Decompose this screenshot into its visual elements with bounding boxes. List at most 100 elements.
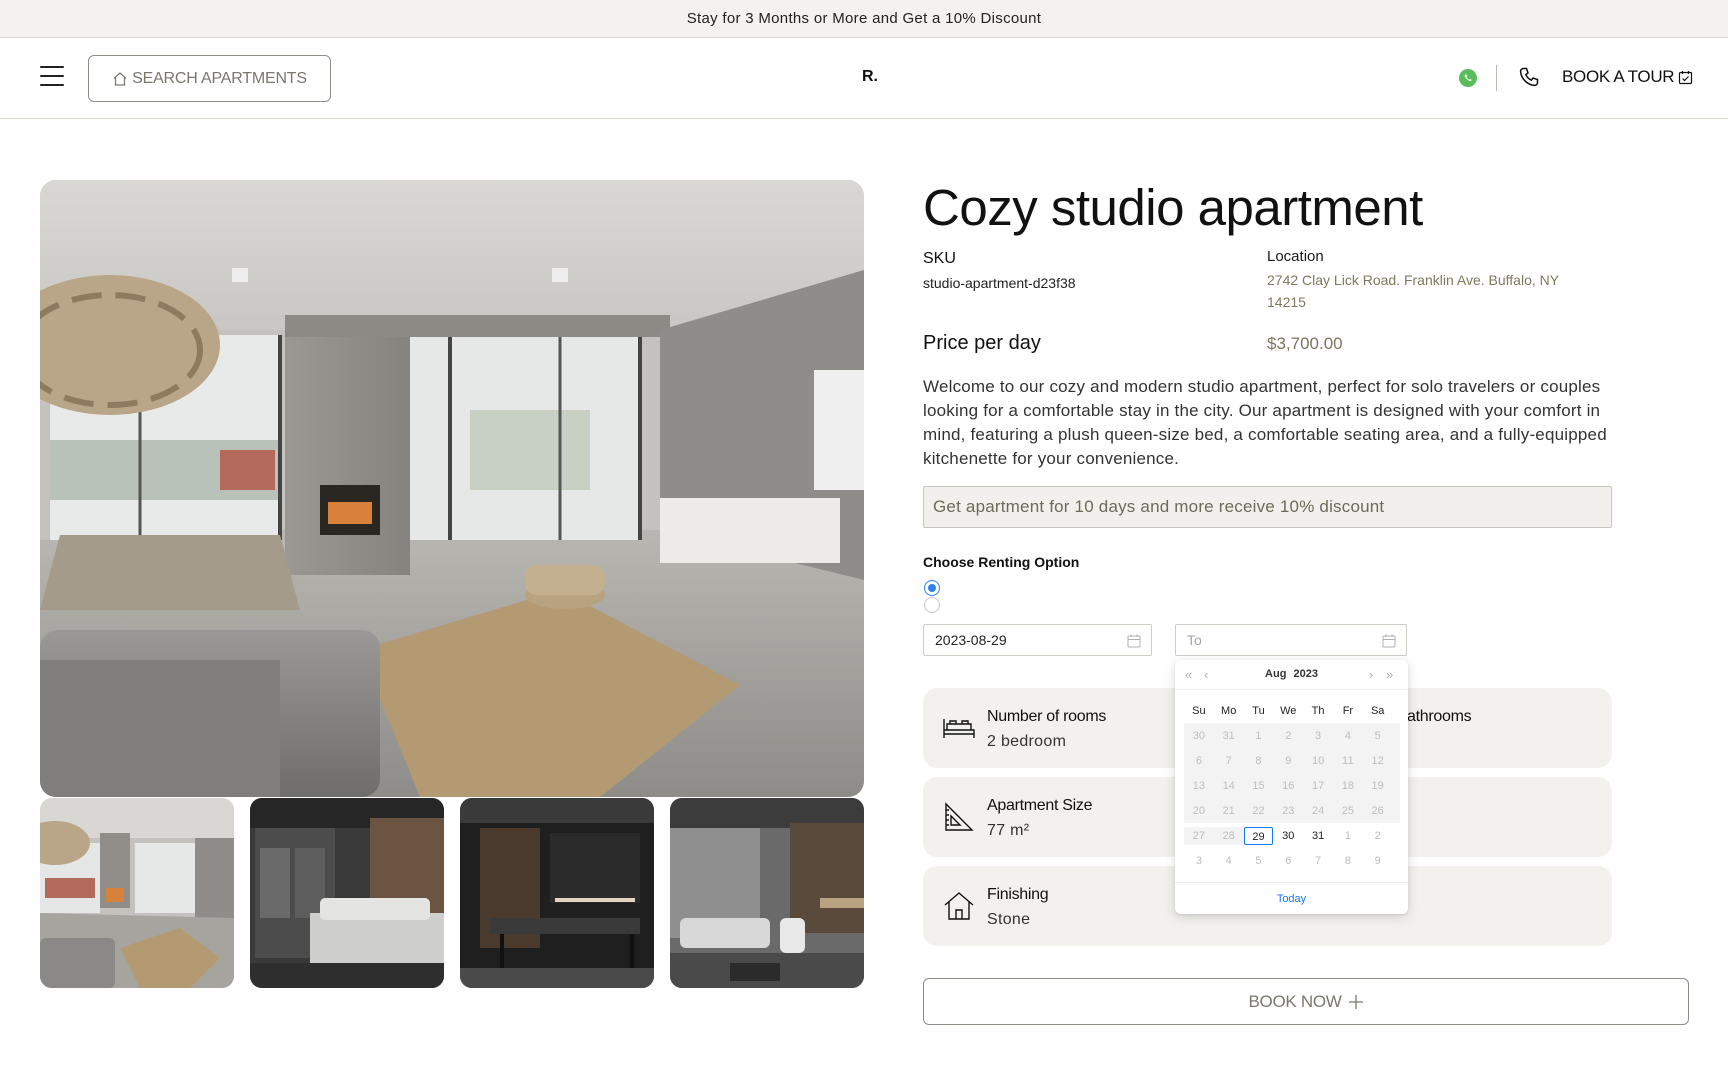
weekday: Tu xyxy=(1252,704,1265,717)
date-cell-disabled: 12 xyxy=(1371,754,1384,767)
promo-text: Stay for 3 Months or More and Get a 10% … xyxy=(686,10,1042,27)
date-cell-disabled: 17 xyxy=(1311,779,1325,792)
price-label: Price per day xyxy=(923,332,1041,354)
date-cell-disabled: 30 xyxy=(1192,729,1206,742)
from-date-value: 2023-08-29 xyxy=(935,632,1007,648)
date-cell[interactable]: 31 xyxy=(1303,827,1333,845)
listing-title: Cozy studio apartment xyxy=(923,179,1423,236)
date-cell-next-month[interactable]: 9 xyxy=(1363,852,1393,870)
feature-size-label: Apartment Size xyxy=(987,797,1093,814)
date-cell-disabled: 13 xyxy=(1192,779,1206,792)
calendar-icon xyxy=(1127,634,1141,648)
weekday: We xyxy=(1280,704,1297,717)
renting-option-radio-1[interactable] xyxy=(924,580,940,596)
book-now-button[interactable]: BOOK NOW xyxy=(923,978,1689,1025)
book-now-label: BOOK NOW xyxy=(1248,991,1342,1011)
next-year-icon[interactable]: » xyxy=(1386,667,1393,682)
date-cell-disabled: 8 xyxy=(1255,754,1262,767)
date-cell-disabled: 3 xyxy=(1315,729,1322,742)
plus-icon xyxy=(1348,994,1363,1009)
date-cell-next-month[interactable]: 3 xyxy=(1184,852,1214,870)
date-cell-next-month[interactable]: 7 xyxy=(1303,852,1333,870)
thumbnail-bedroom-image xyxy=(250,798,444,988)
phone-icon[interactable] xyxy=(1518,66,1540,88)
date-cell-disabled: 24 xyxy=(1311,804,1325,817)
price-value: $3,700.00 xyxy=(1267,334,1343,353)
discount-text: Get apartment for 10 days and more recei… xyxy=(933,497,1385,516)
feature-finishing-value: Stone xyxy=(987,911,1031,928)
date-cell-next-month[interactable]: 8 xyxy=(1333,852,1363,870)
promo-bar: Stay for 3 Months or More and Get a 10% … xyxy=(0,0,1728,38)
bed-icon xyxy=(943,719,975,738)
date-cell-disabled: 7 xyxy=(1225,754,1232,767)
date-cell-disabled: 15 xyxy=(1252,779,1265,792)
weekday: Su xyxy=(1192,704,1206,717)
date-picker-month[interactable]: Aug xyxy=(1265,668,1286,680)
date-row: 27 28 29 30 31 1 2 xyxy=(1184,823,1400,848)
whatsapp-icon[interactable] xyxy=(1458,68,1478,88)
date-cell-disabled: 28 xyxy=(1213,826,1244,845)
main-photo[interactable] xyxy=(40,180,864,797)
thumbnail-kitchen[interactable] xyxy=(460,798,654,988)
calendar-check-icon xyxy=(1679,70,1693,84)
menu-icon[interactable] xyxy=(40,66,64,88)
date-cell-disabled: 2 xyxy=(1285,729,1292,742)
location-label: Location xyxy=(1267,248,1324,265)
house-icon xyxy=(944,892,974,920)
date-cell-disabled: 21 xyxy=(1222,804,1235,817)
book-a-tour-button[interactable]: BOOK A TOUR xyxy=(1562,67,1693,87)
thumbnail-bedroom[interactable] xyxy=(250,798,444,988)
date-cell-disabled: 23 xyxy=(1282,804,1295,817)
date-cell-disabled: 10 xyxy=(1311,754,1325,767)
renting-option-label: Choose Renting Option xyxy=(923,554,1080,570)
thumbnail-bathroom[interactable] xyxy=(670,798,864,988)
date-picker-dropdown: « ‹ Aug 2023 › » Su Mo Tu We Th Fr Sa 30… xyxy=(1175,660,1408,914)
search-apartments-button[interactable]: SEARCH APARTMENTS xyxy=(88,55,331,102)
date-picker-grid: Su Mo Tu We Th Fr Sa 30 31 1 2 3 4 5 6 7… xyxy=(1184,698,1400,873)
date-cell-disabled: 1 xyxy=(1255,729,1262,742)
date-picker-year[interactable]: 2023 xyxy=(1293,668,1317,680)
book-a-tour-label: BOOK A TOUR xyxy=(1562,67,1675,86)
date-cell-disabled: 19 xyxy=(1371,779,1384,792)
date-cell-disabled: 9 xyxy=(1285,754,1292,767)
thumbnail-bathroom-image xyxy=(670,798,864,988)
date-cell-disabled: 5 xyxy=(1374,729,1381,742)
date-cell-disabled: 16 xyxy=(1282,779,1295,792)
date-cell-next-month[interactable]: 5 xyxy=(1244,852,1274,870)
weekday-row: Su Mo Tu We Th Fr Sa xyxy=(1184,698,1400,723)
date-cell-next-month[interactable]: 2 xyxy=(1363,827,1393,845)
thumbnail-living-room[interactable] xyxy=(40,798,234,988)
date-row: 13 14 15 16 17 18 19 xyxy=(1184,773,1400,798)
date-cell-next-month[interactable]: 6 xyxy=(1273,852,1303,870)
site-header: SEARCH APARTMENTS R. BOOK A TOUR xyxy=(0,38,1728,119)
date-row: 20 21 22 23 24 25 26 xyxy=(1184,798,1400,823)
date-row: 6 7 8 9 10 11 12 xyxy=(1184,748,1400,773)
date-cell-disabled: 6 xyxy=(1195,754,1202,767)
feature-rooms-label: Number of rooms xyxy=(987,708,1107,725)
date-cell-disabled: 20 xyxy=(1192,804,1206,817)
date-cell-disabled: 26 xyxy=(1371,804,1384,817)
next-month-icon[interactable]: › xyxy=(1369,667,1373,682)
to-date-input[interactable]: To xyxy=(1175,624,1407,656)
feature-rooms-value: 2 bedroom xyxy=(987,733,1067,750)
date-row: 3 4 5 6 7 8 9 xyxy=(1184,848,1400,873)
date-cell-next-month[interactable]: 4 xyxy=(1214,852,1244,870)
site-logo[interactable]: R. xyxy=(855,68,885,86)
discount-banner: Get apartment for 10 days and more recei… xyxy=(923,486,1612,528)
date-cell-selected[interactable]: 29 xyxy=(1243,826,1274,845)
location-value: 2742 Clay Lick Road. Franklin Ave. Buffa… xyxy=(1267,272,1559,310)
today-button[interactable]: Today xyxy=(1175,882,1408,914)
date-cell-disabled: 14 xyxy=(1222,779,1235,792)
date-cell-disabled: 11 xyxy=(1342,754,1354,767)
date-cell-next-month[interactable]: 1 xyxy=(1333,827,1363,845)
date-cell[interactable]: 30 xyxy=(1273,827,1303,845)
thumbnail-kitchen-image xyxy=(460,798,654,988)
date-cell-disabled: 25 xyxy=(1341,804,1354,817)
ruler-triangle-icon xyxy=(945,802,974,831)
renting-option-radio-2[interactable] xyxy=(924,597,940,613)
sku-label: SKU xyxy=(923,250,956,267)
home-icon xyxy=(113,71,127,86)
date-cell-disabled: 27 xyxy=(1184,826,1214,845)
from-date-input[interactable]: 2023-08-29 xyxy=(923,624,1152,656)
weekday: Sa xyxy=(1370,704,1385,717)
